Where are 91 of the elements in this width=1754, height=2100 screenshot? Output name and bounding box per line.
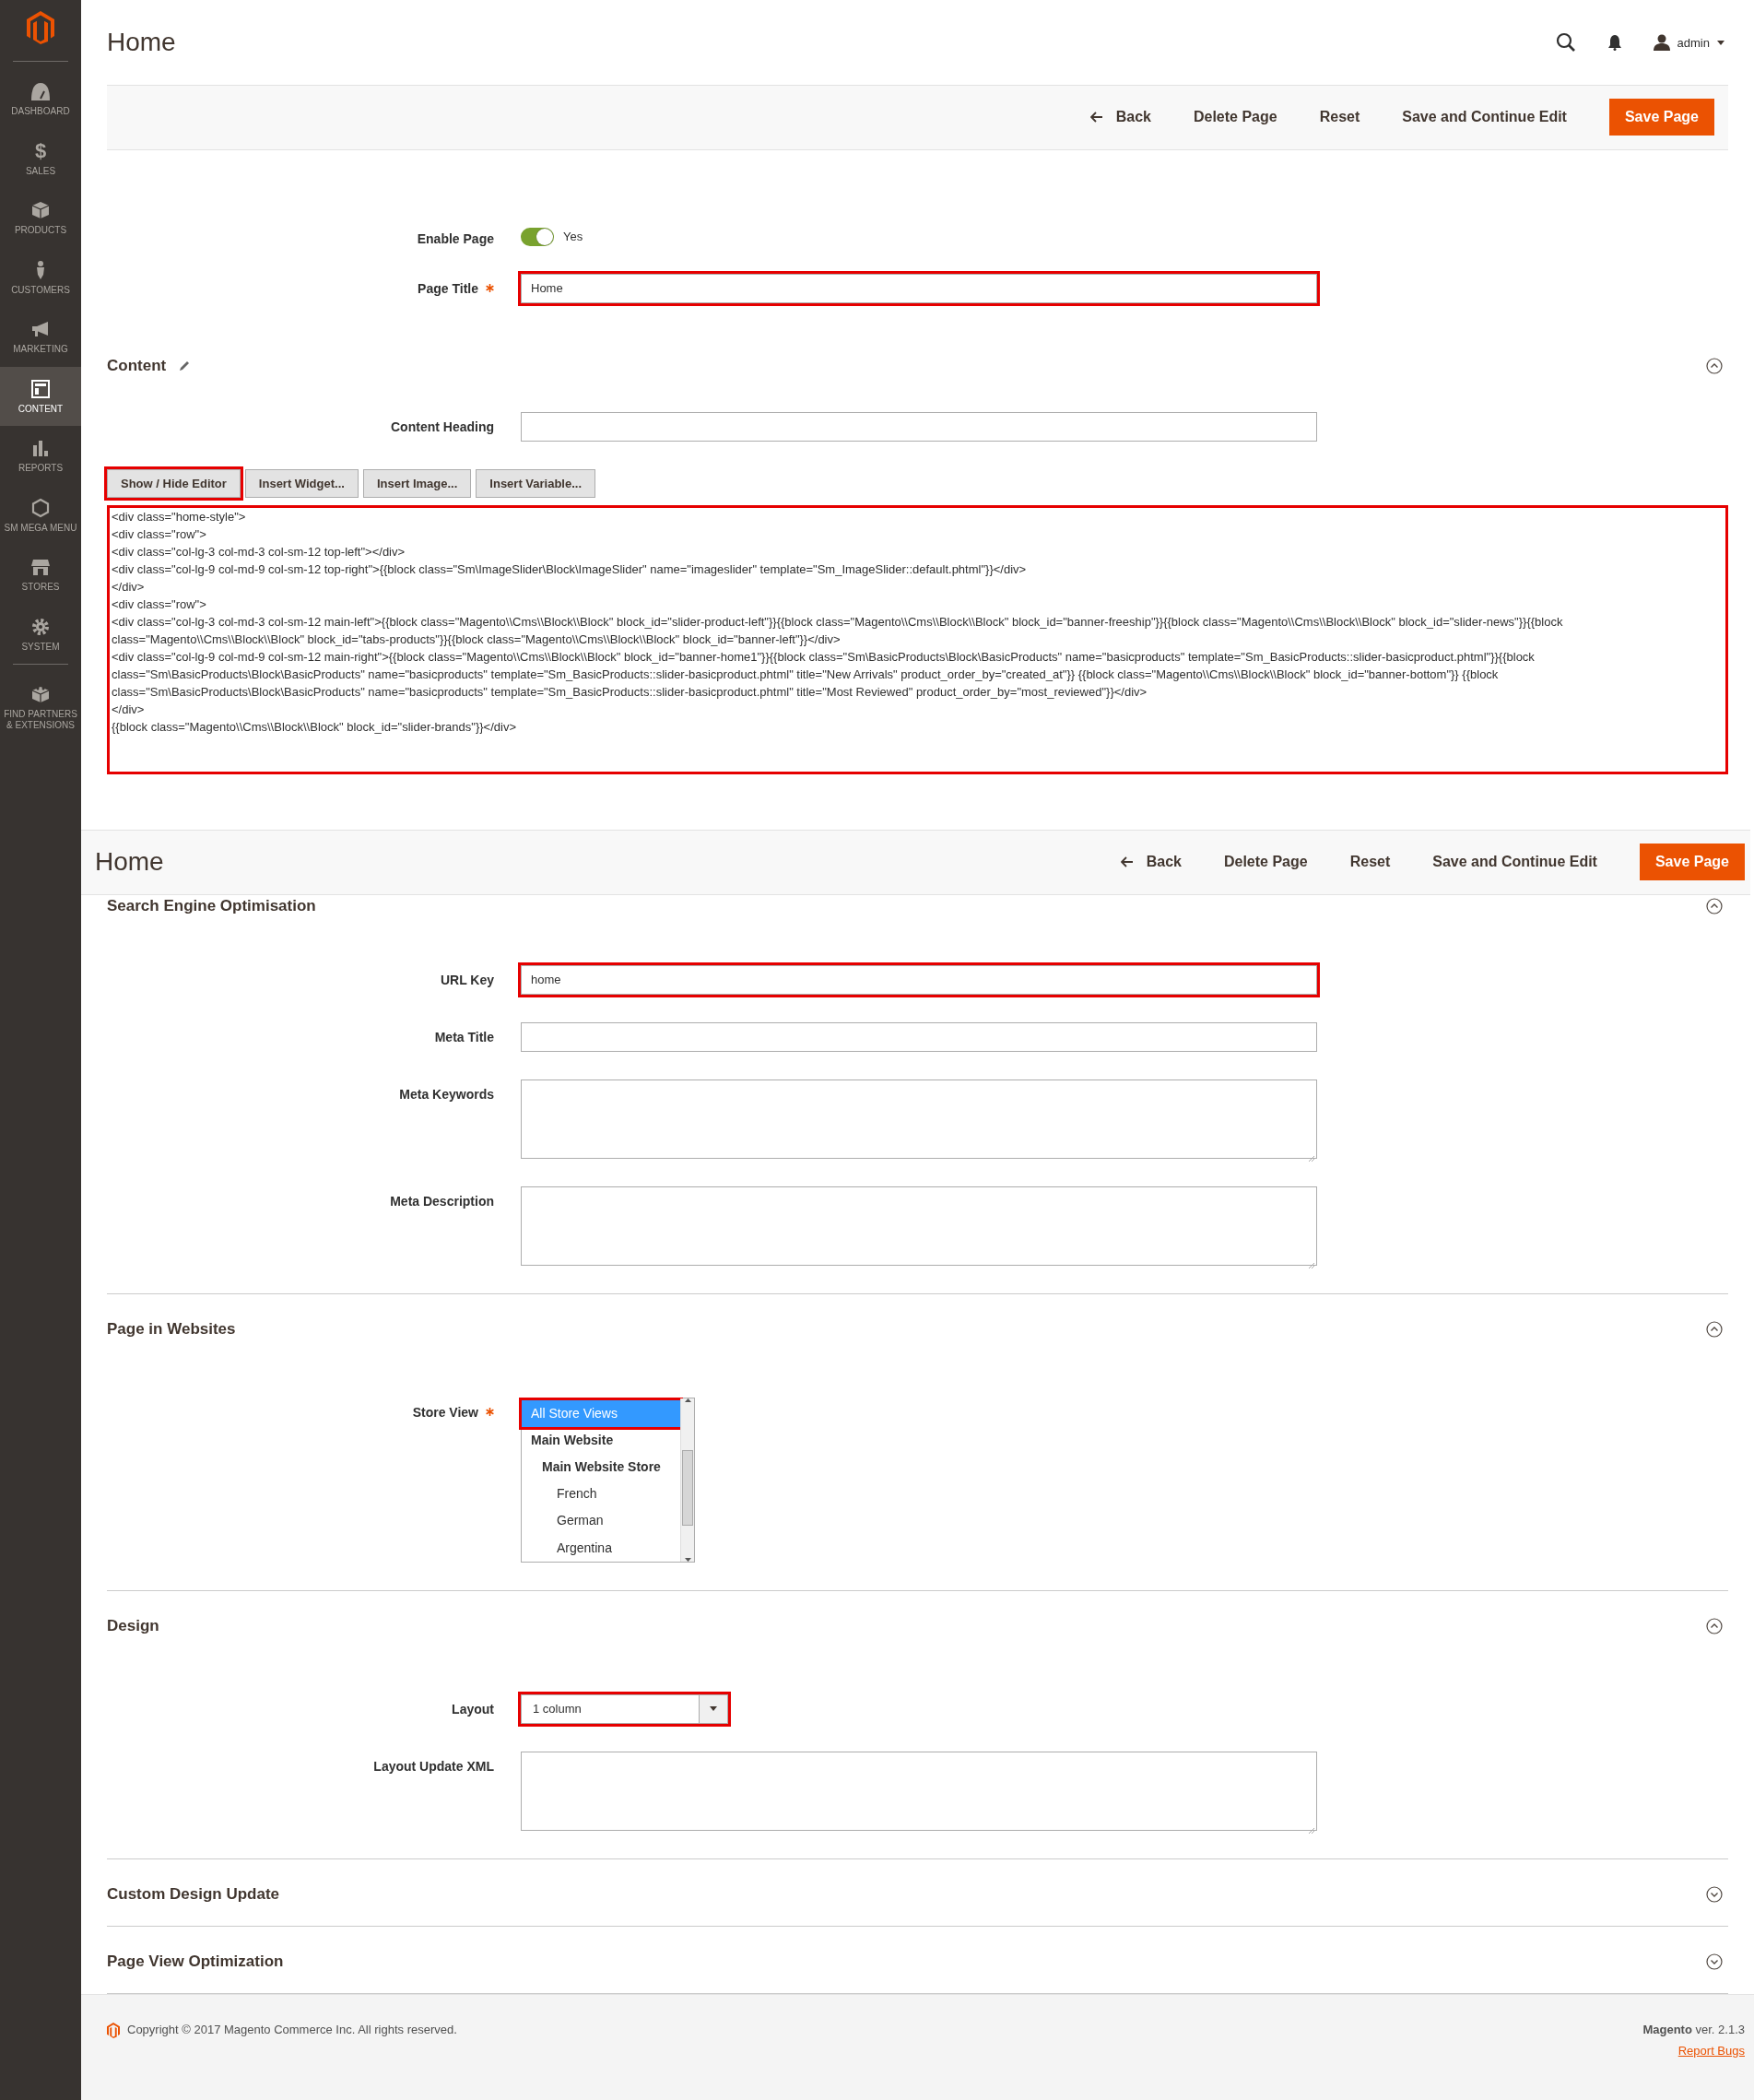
input-field[interactable]: home <box>521 964 1317 995</box>
sidebar-item[interactable]: CUSTOMERS <box>0 247 81 307</box>
version-text: Magento ver. 2.1.3 <box>1642 2022 1745 2036</box>
hexagon-icon <box>30 497 51 518</box>
page-title: Home <box>95 847 164 878</box>
list-option[interactable]: Main Website Store <box>522 1454 680 1481</box>
list-option[interactable]: Argentina <box>522 1534 680 1562</box>
sidebar-item[interactable]: FIND PARTNERS & EXTENSIONS <box>0 672 81 742</box>
storefront-icon <box>30 557 51 577</box>
resize-grip-icon <box>1308 1154 1315 1162</box>
toolbar-button[interactable]: Reset <box>1349 854 1391 871</box>
pencil-icon[interactable] <box>179 360 191 372</box>
expand-icon[interactable] <box>1706 1885 1723 1903</box>
user-menu[interactable]: admin <box>1653 34 1725 51</box>
field-label: Meta Description <box>390 1193 494 1209</box>
editor-button[interactable]: Insert Variable... <box>476 468 596 498</box>
bell-icon[interactable] <box>1607 34 1622 51</box>
list-option[interactable]: German <box>522 1507 680 1535</box>
toggle-switch[interactable] <box>521 227 554 246</box>
sidebar-item[interactable]: SYSTEM <box>0 604 81 664</box>
field-label: Meta Title <box>434 1029 494 1044</box>
search-icon[interactable] <box>1555 32 1576 53</box>
field-label: Enable Page <box>417 230 494 246</box>
field-label: Layout Update XML <box>373 1758 494 1774</box>
list-option[interactable]: French <box>522 1481 680 1508</box>
resize-grip-icon <box>1308 1261 1315 1269</box>
field-label: Store View <box>412 1404 478 1420</box>
editor-button[interactable]: Insert Image... <box>362 468 472 498</box>
collapse-icon[interactable] <box>1706 897 1723 914</box>
caret-icon <box>1717 40 1725 45</box>
list-option[interactable]: Main Website <box>522 1426 680 1455</box>
sidebar-item[interactable]: CONTENT <box>0 366 81 426</box>
store-view-list[interactable]: All Store Views Main Website Main Website Store French German Argentina <box>521 1397 695 1563</box>
gauge-icon <box>30 81 51 101</box>
save-button[interactable]: Save Page <box>1639 844 1745 881</box>
input-field[interactable] <box>521 411 1317 442</box>
resize-grip-icon <box>1308 1826 1315 1835</box>
section-title[interactable]: Search Engine Optimisation <box>107 896 316 915</box>
toolbar-button[interactable]: Reset <box>1319 109 1360 126</box>
megaphone-icon <box>30 319 51 339</box>
back-button[interactable]: Back <box>1120 854 1182 871</box>
collapse-icon[interactable] <box>1706 357 1723 374</box>
field-label: Layout <box>452 1701 494 1717</box>
sidebar-item[interactable]: SM MEGA MENU <box>0 485 81 545</box>
collapse-icon[interactable] <box>1706 1617 1723 1634</box>
gear-icon <box>30 616 51 637</box>
toolbar-button[interactable]: Save and Continue Edit <box>1432 854 1597 871</box>
layout-icon <box>30 378 51 399</box>
sidebar-item[interactable]: DASHBOARD <box>0 69 81 129</box>
logo-icon[interactable] <box>27 11 54 44</box>
caret-down-icon <box>710 1706 717 1712</box>
caret-down-icon <box>684 1557 691 1562</box>
caret-up-icon <box>684 1398 691 1402</box>
bar-chart-icon <box>30 438 51 458</box>
code-editor[interactable]: <div class="home-style"> <div class="row"> <div class="col-lg-3 col-md-3 col-sm-12 top-left"></div> <div class="col-lg-9 col-md-9 col-sm-12 top-right">{{block class="Sm\ImageSlider\Block\ImageSlider" name="imageslider" template="Sm_ImageSlider::default.phtml"}}</div> </div> <div class="row"> <div class="col-lg-3 col-md-3 col-sm-12 main-left">{{block class="Magento\\Cms\\Block\\Block" block_id="slider-product-left"}}{{block class="Magento\\Cms\\Block\\Block" block_id="banner-freeship"}}{{block class="Magento\\Cms\\Block\\Block" block_id="slider-news"}}{{block class="Magento\\Cms\\Block\\Block" block_id="tabs-products"}}{{block class="Magento\\Cms\\Block\\Block" block_id="banner-left"}}</div> <div class="col-lg-9 col-md-9 col-sm-12 main-right">{{block class="Magento\\Cms\\Block\\Block" block_id="banner-home1"}}{{block class="Sm\BasicProducts\Block\BasicProducts" name="basicproducts" template="Sm_BasicProducts::slider-basicproduct.phtml"}}{{block class="Sm\BasicProducts\Block\BasicProducts" name="basicproducts" template="Sm_BasicProducts::slider-basicproduct.phtml" title="New Arrivals" product_order_by="created_at"}} {{block class="Magento\\Cms\\Block\\Block" block_id="banner-bottom"}} {{block class="Sm\BasicProducts\Block\BasicProducts" name="basicproducts" template="Sm_BasicProducts::slider-basicproduct.phtml" title="Most Reviewed" product_order_by="most_reviewed"}}</div> </div> {{block class="Magento\\Cms\\Block\\Block" block_id="slider-brands"}}</div> <box>107 504 1728 774</box>
box-icon <box>30 200 51 220</box>
toolbar-button[interactable]: Delete Page <box>1193 109 1277 126</box>
sidebar-item[interactable]: STORES <box>0 545 81 605</box>
editor-button[interactable]: Insert Widget... <box>244 468 359 498</box>
section-title[interactable]: Custom Design Update <box>107 1884 280 1904</box>
toolbar-button[interactable]: Save and Continue Edit <box>1402 109 1567 126</box>
save-button[interactable]: Save Page <box>1608 99 1714 136</box>
collapse-icon[interactable] <box>1706 1320 1723 1338</box>
section-title[interactable]: Page View Optimization <box>107 1952 284 1971</box>
field-label: Meta Keywords <box>399 1086 494 1102</box>
back-button[interactable]: Back <box>1089 109 1151 126</box>
sidebar-item[interactable]: MARKETING <box>0 307 81 367</box>
page-title: Home <box>107 28 176 57</box>
toolbar-button[interactable]: Delete Page <box>1223 854 1308 871</box>
dropdown[interactable]: 1 column <box>521 1693 728 1724</box>
arrow-left-icon <box>1089 112 1103 124</box>
field-label: Content Heading <box>391 419 494 434</box>
sidebar-item[interactable]: REPORTS <box>0 426 81 486</box>
sidebar-item[interactable]: PRODUCTS <box>0 188 81 248</box>
section-title[interactable]: Content <box>107 356 167 375</box>
sidebar-item[interactable]: $ SALES <box>0 128 81 188</box>
arrow-left-icon <box>1120 856 1134 868</box>
section-title[interactable]: Design <box>107 1616 159 1635</box>
field-label: Page Title <box>418 280 478 296</box>
blocks-icon <box>30 684 51 704</box>
input-field[interactable]: Home <box>521 273 1317 303</box>
editor-button[interactable]: Show / Hide Editor <box>107 468 241 498</box>
copyright-text: Copyright © 2017 Magento Commerce Inc. All rights reserved. <box>127 2022 457 2036</box>
person-icon <box>1653 34 1670 51</box>
section-title[interactable]: Page in Websites <box>107 1319 236 1339</box>
input-field[interactable] <box>521 1021 1317 1052</box>
toggle-value: Yes <box>563 230 583 244</box>
field-label: URL Key <box>440 972 494 987</box>
scrollbar[interactable] <box>680 1398 694 1562</box>
expand-icon[interactable] <box>1706 1953 1723 1970</box>
logo-icon <box>107 2022 120 2038</box>
